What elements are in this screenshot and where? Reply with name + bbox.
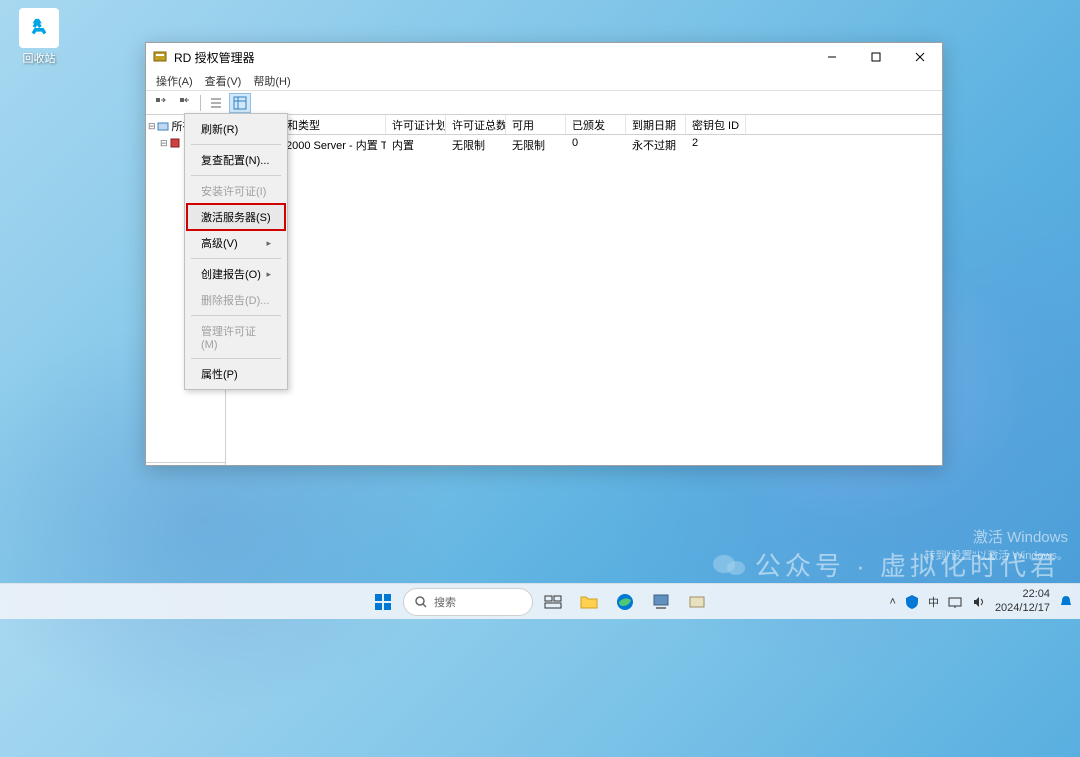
col-expiry[interactable]: 到期日期 [626,115,686,134]
start-button[interactable] [367,586,399,618]
recycle-bin-icon [28,17,50,39]
menu-refresh[interactable]: 刷新(R) [187,116,285,142]
cell-total: 无限制 [446,135,506,153]
window-title: RD 授权管理器 [174,49,810,66]
toolbar-btn-details[interactable] [229,93,251,113]
toolbar-btn-list[interactable] [205,93,227,113]
edge-icon [615,592,635,612]
sash-divider[interactable] [146,462,225,465]
menu-manage-license: 管理许可证(M) [187,318,285,356]
menu-delete-report: 删除报告(D)... [187,287,285,313]
menu-install-license: 安装许可证(I) [187,178,285,204]
server-manager-icon [651,592,671,612]
toolbar [146,91,942,115]
explorer-button[interactable] [573,586,605,618]
list-header: 许可证版本和类型 许可证计划 许可证总数 可用 已颁发 到期日期 密钥包 ID [226,115,942,135]
menubar: 操作(A) 查看(V) 帮助(H) [146,71,942,91]
submenu-arrow-icon: ▸ [266,269,271,280]
windows-icon [373,592,393,612]
security-icon[interactable] [904,594,920,610]
maximize-button[interactable] [854,43,898,71]
menu-review-config[interactable]: 复查配置(N)... [187,147,285,173]
menu-advanced[interactable]: 高级(V)▸ [187,230,285,256]
col-total[interactable]: 许可证总数 [446,115,506,134]
list-row[interactable]: 2000 Server - 内置 TS 每设... 内置 无限制 无限制 0 永… [226,135,942,153]
network-icon[interactable] [947,594,963,610]
cell-plan: 内置 [386,135,446,153]
cell-issued: 0 [566,135,626,153]
cell-available: 无限制 [506,135,566,153]
close-button[interactable] [898,43,942,71]
menu-create-report[interactable]: 创建报告(O)▸ [187,261,285,287]
menu-activate-server[interactable]: 激活服务器(S) [187,204,285,230]
folder-icon [579,592,599,612]
edge-button[interactable] [609,586,641,618]
server-group-icon [156,119,170,133]
rd-license-button[interactable] [681,586,713,618]
search-box[interactable]: 搜索 [403,588,533,616]
col-plan[interactable]: 许可证计划 [386,115,446,134]
branding-watermark: 公众号 · 虚拟化时代君 [711,546,1060,583]
col-available[interactable]: 可用 [506,115,566,134]
server-manager-button[interactable] [645,586,677,618]
cell-keyid: 2 [686,135,746,153]
tray-overflow-icon[interactable]: ˄ [890,596,896,608]
col-issued[interactable]: 已颁发 [566,115,626,134]
taskbar: 搜索 ˄ 中 22:04 2024/12/17 [0,583,1080,619]
menu-action[interactable]: 操作(A) [150,71,199,91]
app-icon [152,49,168,65]
minimize-button[interactable] [810,43,854,71]
server-icon [168,136,182,150]
toolbar-btn-1[interactable] [150,93,172,113]
volume-icon[interactable] [971,594,987,610]
license-icon [687,592,707,612]
context-menu: 刷新(R) 复查配置(N)... 安装许可证(I) 激活服务器(S) 高级(V)… [184,113,288,390]
desktop-icon-recycle-bin[interactable]: 回收站 [14,8,64,66]
menu-properties[interactable]: 属性(P) [187,361,285,387]
recycle-bin-label: 回收站 [14,50,64,66]
menu-help[interactable]: 帮助(H) [247,71,296,91]
clock[interactable]: 22:04 2024/12/17 [995,588,1050,614]
submenu-arrow-icon: ▸ [266,238,271,249]
toolbar-btn-2[interactable] [174,93,196,113]
task-view-icon [543,592,563,612]
wechat-icon [711,551,747,579]
ime-indicator[interactable]: 中 [928,594,939,610]
menu-view[interactable]: 查看(V) [199,71,248,91]
col-keyid[interactable]: 密钥包 ID [686,115,746,134]
list-pane: 许可证版本和类型 许可证计划 许可证总数 可用 已颁发 到期日期 密钥包 ID … [226,115,942,465]
system-tray: ˄ 中 22:04 2024/12/17 [890,588,1075,614]
notifications-icon[interactable] [1058,594,1074,610]
task-view-button[interactable] [537,586,569,618]
search-icon [414,595,428,609]
cell-expiry: 永不过期 [626,135,686,153]
titlebar[interactable]: RD 授权管理器 [146,43,942,71]
